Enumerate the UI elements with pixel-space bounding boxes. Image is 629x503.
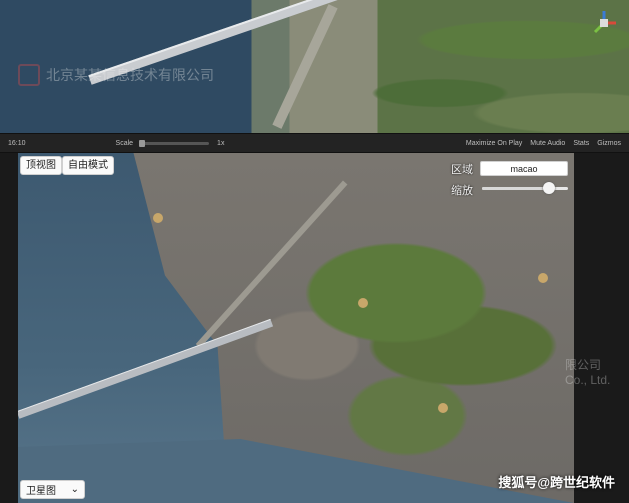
company-logo-icon: [18, 64, 40, 86]
scene-view[interactable]: 北京某某信息技术有限公司: [0, 0, 629, 133]
zoom-slider-fill: [482, 187, 550, 190]
map-type-select[interactable]: 卫星图 ⌄: [20, 480, 85, 499]
company-watermark-right: 限公司 Co., Ltd.: [565, 358, 610, 388]
zoom-slider-thumb[interactable]: [543, 182, 556, 194]
scale-value: 1x: [217, 139, 225, 147]
gizmos-dropdown[interactable]: Gizmos: [597, 140, 621, 147]
map-field: [153, 213, 163, 223]
map-type-value: 卫星图: [26, 486, 56, 497]
zoom-label: 缩放: [451, 185, 473, 197]
display-aspect-dropdown[interactable]: 16:10: [8, 140, 26, 147]
top-view-button[interactable]: 顶视图: [20, 156, 62, 175]
game-view: 顶视图 自由模式 区域 缩放 限公司 Co., Ltd. 卫星图 ⌄ 搜狐号@跨…: [0, 153, 629, 503]
chevron-down-icon: ⌄: [70, 484, 79, 495]
scale-slider[interactable]: [139, 139, 210, 147]
credit-watermark: 搜狐号@跨世纪软件: [498, 475, 615, 490]
game-view-toolbar: 16:10 Scale 1x Maximize On Play Mute Aud…: [0, 133, 629, 153]
axis-gizmo-icon[interactable]: [589, 8, 619, 38]
satellite-map[interactable]: [18, 153, 574, 503]
scene-road: [272, 4, 338, 129]
maximize-on-play-toggle[interactable]: Maximize On Play: [466, 140, 522, 147]
zoom-slider[interactable]: [482, 182, 568, 194]
mute-audio-toggle[interactable]: Mute Audio: [530, 140, 565, 147]
company-watermark-en: Co., Ltd.: [565, 373, 611, 387]
region-label: 区域: [451, 164, 473, 176]
map-field: [438, 403, 448, 413]
region-input[interactable]: [480, 161, 568, 176]
free-mode-button[interactable]: 自由模式: [62, 156, 114, 175]
stats-toggle[interactable]: Stats: [573, 140, 589, 147]
scale-label: Scale: [115, 139, 134, 147]
map-field: [538, 273, 548, 283]
company-watermark-top: 北京某某信息技术有限公司: [18, 64, 214, 86]
company-watermark-cn: 限公司: [565, 358, 602, 372]
company-watermark-text: 北京某某信息技术有限公司: [46, 67, 214, 83]
map-field: [358, 298, 368, 308]
